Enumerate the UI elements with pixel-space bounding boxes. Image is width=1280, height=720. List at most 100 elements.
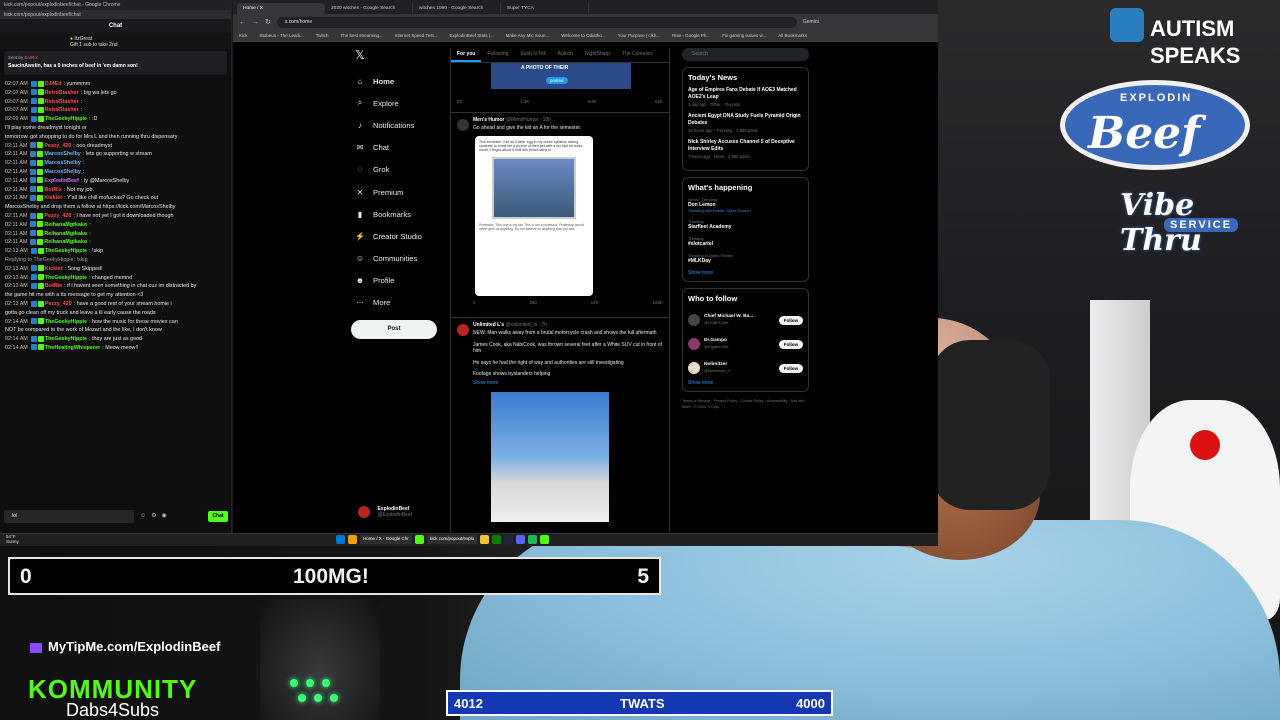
message-user[interactable]: TheGeekyHippie (45, 116, 87, 122)
tweet-unlimited-ls[interactable]: Unlimited L's @unlimited_ls · 7h NEW: Ma… (451, 318, 669, 533)
feed-tab[interactable]: Following (481, 48, 514, 62)
tab-super-tyca[interactable]: Super TYCA (501, 3, 589, 14)
weather-widget[interactable]: 54°F Sunny (6, 534, 19, 544)
spotify-icon[interactable] (528, 535, 538, 544)
post-image[interactable]: This semester I hid an Easter egg in my … (475, 135, 593, 296)
chat-input[interactable]: lol (4, 510, 134, 523)
bookmark-item[interactable]: Fix gaming issues w... (722, 33, 766, 38)
steam-icon[interactable] (504, 535, 514, 544)
message-user[interactable]: Pezzy_420 (44, 213, 71, 219)
feed-tab[interactable]: Kush N Tell (514, 48, 551, 62)
bookmark-item[interactable]: Twitch (316, 33, 329, 38)
nav-item-chat[interactable]: ✉ Chat (355, 137, 445, 159)
news-item[interactable]: Nick Shirley Accuses Channel 5 of Decept… (688, 139, 803, 159)
nav-item-premium[interactable]: ✕ Premium (355, 181, 445, 203)
trend-item[interactable]: Trending #slotcartel (688, 236, 803, 247)
forward-icon[interactable]: → (252, 19, 259, 26)
bookmark-item[interactable]: Kick (239, 33, 248, 38)
chat-send-button[interactable]: Chat (208, 511, 228, 522)
reply-count[interactable]: 52 (457, 99, 462, 104)
video-thumbnail[interactable]: A PHOTO OF THEIR posted (491, 63, 631, 89)
message-user[interactable]: Pezzy_420 (45, 301, 72, 307)
message-user[interactable]: TheHealingWhisperer (45, 345, 100, 351)
message-user[interactable]: TheGeekyHippie (45, 336, 87, 342)
trend-item[interactable]: News · Trending Don Lemon Trending with Pa… (688, 197, 803, 213)
follow-button[interactable]: Follow (778, 363, 803, 373)
chat-message-list[interactable]: 02:07 AM DJ4Ed: yummmm 02:07 AM RetroStashe… (0, 77, 231, 353)
post-button[interactable]: Post (351, 320, 437, 339)
message-user[interactable]: Pezzy_420 (44, 143, 71, 149)
kick-icon[interactable] (414, 535, 424, 544)
follow-suggestion[interactable]: Dr.Gampo @Elgamo365 Follow (688, 332, 803, 356)
url-field[interactable]: x.com/home (276, 16, 797, 28)
x-logo-icon[interactable]: 𝕏 (355, 48, 445, 64)
repost-count[interactable]: 1.3K (520, 99, 529, 104)
message-user[interactable]: RetroStasher (45, 99, 79, 105)
tweet-mens-humor[interactable]: Men's Humor @MensHumor · 18h Go ahead an… (451, 113, 669, 318)
show-more-link[interactable]: Show more (688, 380, 803, 386)
feed-tab[interactable]: Autism (552, 48, 579, 62)
message-user[interactable]: TheGeekyHippie (45, 275, 87, 281)
start-icon[interactable] (336, 535, 345, 544)
nav-item-notifications[interactable]: ♪ Notifications (355, 114, 445, 136)
nav-item-communities[interactable]: ☺ Communities (355, 248, 445, 270)
xbox-icon[interactable] (492, 535, 502, 544)
like-count[interactable]: 4.8K (588, 99, 597, 104)
message-user[interactable]: TheGeekyHippie (45, 319, 87, 325)
bookmark-item[interactable]: Internet Speed Test... (395, 33, 438, 38)
gift-banner[interactable]: ● ItzGreat Gift 1 sub to take 2nd (0, 33, 231, 49)
bookmark-item[interactable]: Make Any Mic Soun... (506, 33, 550, 38)
chrome-icon[interactable] (348, 535, 357, 544)
nav-item-explore[interactable]: ⌕ Explore (355, 92, 445, 114)
message-user[interactable]: MarcosShelby (44, 160, 81, 166)
back-icon[interactable]: ← (239, 19, 246, 26)
chat-window-url[interactable]: kick.com/popout/explodinbeef/chat (0, 10, 231, 19)
trend-item[interactable]: Trending Starfleet Academy (688, 219, 803, 230)
like-count[interactable]: 14K (591, 300, 599, 305)
nav-item-more[interactable]: ⋯ More (355, 292, 445, 314)
reload-icon[interactable]: ↻ (265, 18, 271, 26)
show-more-link[interactable]: Show more (688, 270, 803, 276)
message-user[interactable]: ExplodinBeef (44, 178, 78, 184)
taskbar-app-kick[interactable]: kick.com/popout/explo (426, 535, 478, 544)
bookmark-item[interactable]: Rise - Google Ph... (672, 33, 710, 38)
follow-button[interactable]: Follow (778, 315, 803, 325)
tab-home-x[interactable]: Home / X (237, 3, 325, 14)
post-author[interactable]: Unlimited L's (473, 322, 504, 328)
bookmark-item[interactable]: The best streaming... (340, 33, 382, 38)
follow-suggestion[interactable]: Nolimitzer @Nolimitzer_X Follow (688, 356, 803, 380)
message-user[interactable]: MarcosShelby (44, 169, 81, 175)
bookmark-item[interactable]: Your Purpose | clkh... (618, 33, 661, 38)
feed-tab[interactable]: The Connoiss (616, 48, 659, 62)
post-author[interactable]: Men's Humor (473, 117, 504, 123)
posted-pill[interactable]: posted (546, 77, 568, 84)
x-footer-links[interactable]: Terms of Service · Privacy Policy · Cook… (682, 398, 809, 410)
message-user[interactable]: TheGeekyHippie (45, 248, 87, 254)
profile-switcher[interactable]: ExplodinBeef @ExplodinBeef (358, 503, 448, 523)
search-input[interactable]: Search (682, 48, 809, 61)
nav-item-creator-studio[interactable]: ⚡ Creator Studio (355, 225, 445, 247)
discord-icon[interactable] (516, 535, 526, 544)
message-user[interactable]: ReihanaMgtkako (44, 231, 87, 237)
view-count[interactable]: 168K (652, 300, 663, 305)
taskbar-app-x[interactable]: Home / X - Google Chr (360, 535, 412, 544)
nav-item-bookmarks[interactable]: ▮ Bookmarks (355, 203, 445, 225)
nav-item-profile[interactable]: ☻ Profile (355, 270, 445, 292)
show-more-link[interactable]: Show more (473, 380, 663, 387)
feed-tab[interactable]: NightSharp (579, 48, 616, 62)
view-count[interactable]: 81K (655, 99, 663, 104)
nav-item-grok[interactable]: ◌ Grok (355, 159, 445, 181)
reply-count[interactable]: 6 (473, 300, 476, 305)
trend-item[interactable]: Trending in United States #MLKDay (688, 253, 803, 264)
message-user[interactable]: BotRix (44, 187, 61, 193)
chat-toolbar-icons[interactable]: ☺⚙◉ (140, 512, 172, 519)
message-user[interactable]: ReihanaMgtkako (44, 222, 87, 228)
message-user[interactable]: DJ4Ed (45, 81, 62, 87)
folder-icon[interactable] (480, 535, 490, 544)
follow-suggestion[interactable]: Chief Michael W. Ba... @USBPChief Follow (688, 308, 803, 332)
message-user[interactable]: Kicklet (44, 195, 62, 201)
message-user[interactable]: RetroStasher (45, 90, 79, 96)
gemini-button[interactable]: Gemini (803, 19, 819, 25)
post-video[interactable] (491, 392, 609, 522)
bookmark-item[interactable]: Welcome to Odiatho... (561, 33, 605, 38)
